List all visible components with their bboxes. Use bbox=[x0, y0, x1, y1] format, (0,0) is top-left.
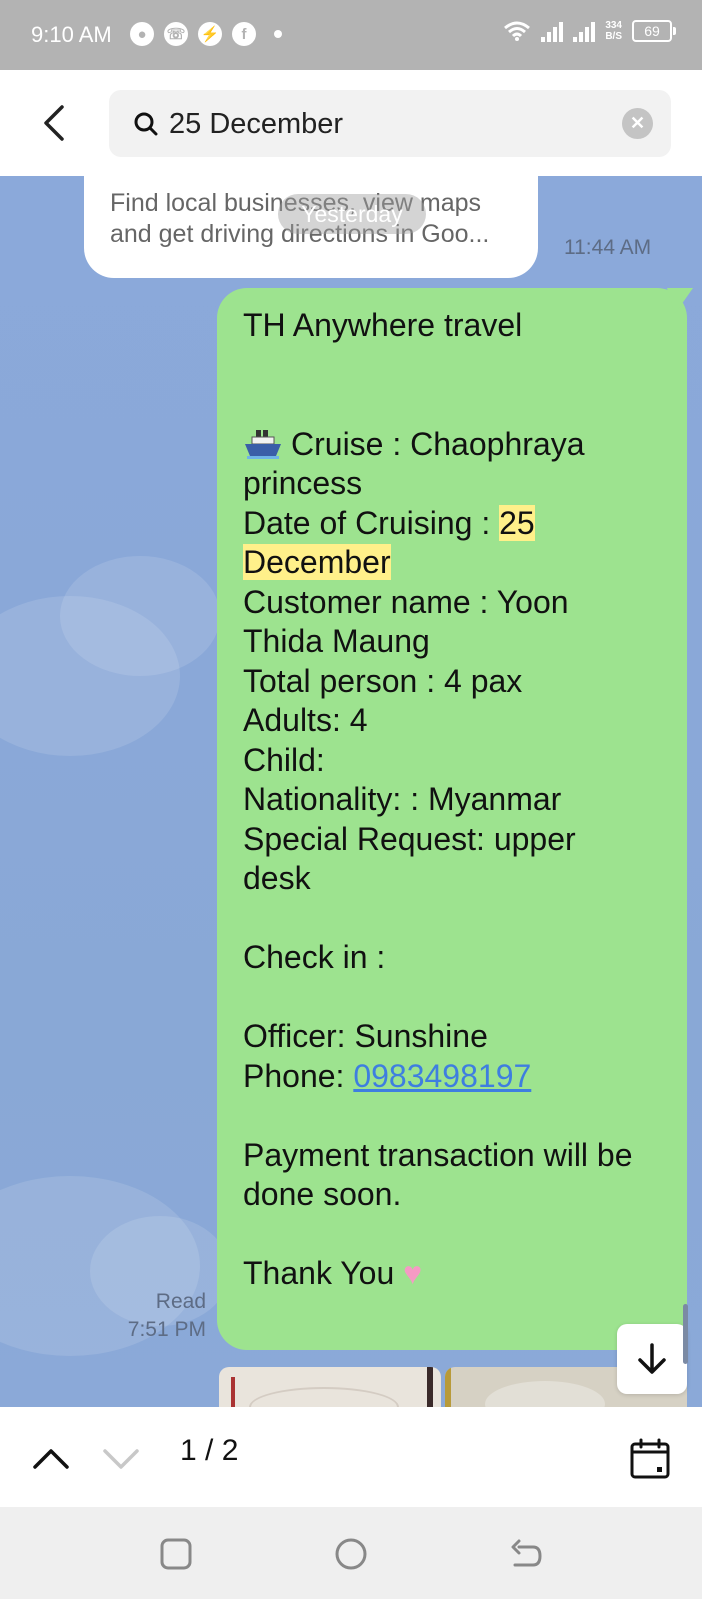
clear-search-button[interactable]: ✕ bbox=[622, 108, 653, 139]
search-highlight: 25 bbox=[499, 504, 535, 541]
checkin-line: Check in : bbox=[243, 939, 386, 975]
chat-area[interactable]: Find local businesses, view maps and get… bbox=[0, 176, 702, 1407]
back-nav-icon[interactable] bbox=[509, 1537, 543, 1571]
more-notifications-icon bbox=[274, 30, 282, 38]
cruise-line: Cruise : Chaophraya bbox=[243, 425, 661, 465]
message-title: TH Anywhere travel bbox=[243, 307, 523, 343]
network-speed: 334 B/S bbox=[605, 20, 622, 42]
phone-link[interactable]: 0983498197 bbox=[353, 1058, 531, 1094]
recent-apps-icon[interactable] bbox=[159, 1537, 193, 1571]
image-thumbnail[interactable] bbox=[219, 1367, 441, 1407]
special-request-line: Special Request: upper bbox=[243, 820, 576, 857]
background-cloud bbox=[60, 556, 220, 676]
chevron-up-icon[interactable] bbox=[30, 1437, 72, 1479]
signal-icon-1 bbox=[541, 20, 564, 42]
battery-icon: 69 bbox=[632, 20, 676, 42]
message-bubble[interactable]: TH Anywhere travel Cruise : Chaophraya p… bbox=[217, 288, 687, 1350]
read-receipt: Read 7:51 PM bbox=[128, 1288, 206, 1344]
payment-line: Payment transaction will be bbox=[243, 1136, 633, 1173]
status-time: 9:10 AM bbox=[31, 22, 112, 47]
customer-line: Customer name : Yoon bbox=[243, 583, 569, 620]
special-request-line-2: desk bbox=[243, 860, 311, 896]
clear-icon: ✕ bbox=[629, 113, 646, 133]
notification-icons: ● ☏ ⚡ f bbox=[130, 22, 282, 46]
viber-icon: ☏ bbox=[164, 22, 188, 46]
date-separator: Yesterday bbox=[278, 194, 426, 234]
system-status-icons: 334 B/S 69 bbox=[503, 20, 676, 42]
total-line: Total person : 4 pax bbox=[243, 662, 523, 699]
messenger-icon: ⚡ bbox=[198, 22, 222, 46]
home-icon[interactable] bbox=[334, 1537, 368, 1571]
search-header: ✕ bbox=[0, 70, 702, 176]
chevron-down-icon[interactable] bbox=[100, 1437, 142, 1479]
adults-line: Adults: 4 bbox=[243, 702, 368, 738]
pink-heart-icon: ♥ bbox=[403, 1255, 423, 1291]
system-navigation-bar bbox=[0, 1507, 702, 1599]
message-time: 11:44 AM bbox=[564, 236, 652, 259]
facebook-icon: f bbox=[232, 22, 256, 46]
calendar-icon[interactable] bbox=[628, 1437, 672, 1481]
officer-line: Officer: Sunshine bbox=[243, 1018, 488, 1054]
cruise-line-2: princess bbox=[243, 465, 363, 501]
chat-notification-icon: ● bbox=[130, 22, 154, 46]
result-count: 1 / 2 bbox=[180, 1434, 239, 1467]
scrollbar[interactable] bbox=[683, 1304, 688, 1364]
back-button[interactable] bbox=[30, 100, 76, 146]
arrow-down-icon bbox=[638, 1343, 666, 1374]
ship-emoji-icon bbox=[245, 429, 281, 459]
date-line: Date of Cruising : 25 bbox=[243, 504, 535, 541]
search-result-nav: 1 / 2 bbox=[0, 1407, 702, 1507]
phone-line: Phone: 0983498197 bbox=[243, 1057, 532, 1094]
back-arrow-icon bbox=[44, 105, 64, 141]
nationality-line: Nationality: : Myanmar bbox=[243, 781, 562, 817]
search-box[interactable]: ✕ bbox=[109, 90, 671, 157]
search-icon bbox=[134, 112, 158, 136]
search-highlight: December bbox=[243, 544, 391, 580]
child-line: Child: bbox=[243, 741, 325, 778]
payment-line-2: done soon. bbox=[243, 1176, 402, 1212]
search-input[interactable] bbox=[169, 102, 589, 146]
status-bar: 9:10 AM ● ☏ ⚡ f 334 B/S 69 bbox=[0, 0, 702, 70]
wifi-icon bbox=[504, 21, 531, 41]
customer-line-2: Thida Maung bbox=[243, 623, 430, 659]
signal-icon-2 bbox=[573, 20, 596, 42]
read-status: Read bbox=[155, 1290, 206, 1313]
scroll-to-bottom-button[interactable] bbox=[617, 1324, 687, 1394]
read-time: 7:51 PM bbox=[127, 1318, 206, 1341]
thanks-line: Thank You ♥ bbox=[243, 1254, 661, 1294]
